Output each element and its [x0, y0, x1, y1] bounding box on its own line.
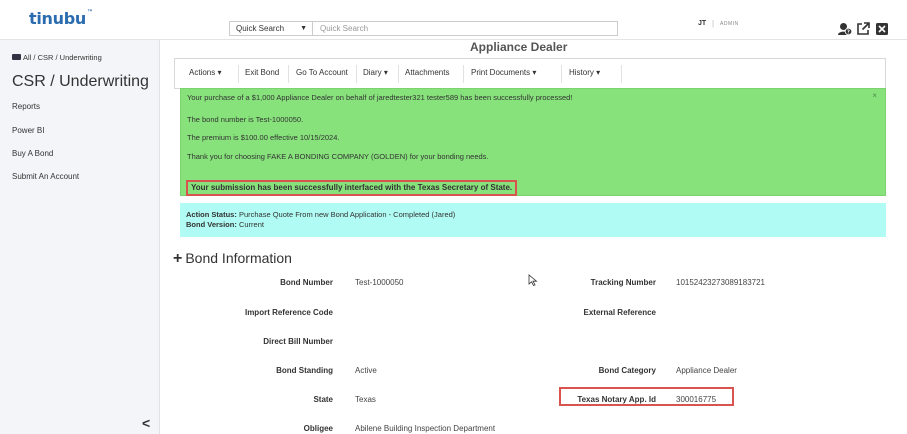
history-menu-button[interactable]: History ▾ — [569, 68, 600, 77]
sidebar-collapse-icon[interactable]: < — [142, 415, 150, 431]
bond-standing-value: Active — [355, 366, 377, 375]
success-alert: × Your purchase of a $1,000 Appliance De… — [180, 88, 886, 196]
toolbar-divider — [561, 65, 562, 83]
bond-number-label: Bond Number — [280, 278, 333, 287]
bond-standing-label: Bond Standing — [276, 366, 333, 375]
quick-search-select-value: Quick Search — [236, 24, 285, 33]
breadcrumb[interactable]: All / CSR / Underwriting — [12, 53, 102, 62]
expand-plus-icon[interactable]: + — [173, 250, 182, 267]
help-user-icon[interactable]: ? — [838, 22, 852, 36]
sidebar-title: CSR / Underwriting — [12, 73, 149, 90]
svg-text:?: ? — [847, 30, 850, 36]
tracking-number-label: Tracking Number — [590, 278, 656, 287]
obligee-value: Abilene Building Inspection Department — [355, 424, 496, 433]
caret-down-icon: ▾ — [596, 68, 601, 77]
mouse-cursor-icon — [528, 274, 538, 286]
action-status: Action Status: Purchase Quote From new B… — [186, 210, 455, 219]
actions-menu-button[interactable]: Actions ▾ — [189, 68, 221, 77]
logo[interactable]: tinubu™ — [29, 9, 93, 28]
page-title: Appliance Dealer — [470, 40, 568, 54]
caret-down-icon: ▾ — [532, 68, 537, 77]
attachments-button[interactable]: Attachments — [405, 68, 449, 77]
diary-menu-button[interactable]: Diary ▾ — [363, 68, 388, 77]
print-documents-menu-button[interactable]: Print Documents ▾ — [471, 68, 536, 77]
bond-category-label: Bond Category — [598, 366, 656, 375]
go-to-account-button[interactable]: Go To Account — [296, 68, 348, 77]
sidebar-item-submit-an-account[interactable]: Submit An Account — [12, 172, 79, 181]
toolbar-divider — [621, 65, 622, 83]
external-reference-label: External Reference — [583, 308, 656, 317]
sidebar: All / CSR / Underwriting CSR / Underwrit… — [0, 40, 160, 434]
action-status-label: Action Status: — [186, 210, 237, 219]
bond-version-label: Bond Version: — [186, 220, 237, 229]
bond-number-value: Test-1000050 — [355, 278, 404, 287]
external-link-icon[interactable] — [856, 22, 870, 36]
toolbar-divider — [356, 65, 357, 83]
action-status-value: Purchase Quote From new Bond Application… — [238, 210, 456, 219]
submission-interfaced-message: Your submission has been successfully in… — [186, 180, 518, 196]
obligee-label: Obligee — [303, 424, 333, 433]
quick-search-input[interactable] — [313, 21, 618, 36]
texas-notary-value: 300016775 — [676, 395, 717, 404]
texas-notary-label: Texas Notary App. Id — [577, 395, 656, 404]
folder-icon — [12, 54, 21, 60]
tracking-number-value: 10152423273089183721 — [676, 278, 765, 287]
main-content: Appliance Dealer Actions ▾ Exit Bond Go … — [160, 40, 907, 434]
close-window-icon[interactable] — [875, 22, 889, 36]
toolbar-divider — [238, 65, 239, 83]
toolbar-divider — [288, 65, 289, 83]
premium-message: The premium is $100.00 effective 10/15/2… — [187, 133, 340, 142]
quick-search-select[interactable]: Quick Search ▼ — [229, 21, 313, 36]
toolbar-divider — [398, 65, 399, 83]
logo-trademark: ™ — [86, 9, 93, 16]
direct-bill-label: Direct Bill Number — [263, 337, 333, 346]
close-alert-icon[interactable]: × — [872, 91, 877, 100]
bond-version-value: Current — [238, 220, 264, 229]
top-icons: ? — [838, 22, 898, 36]
top-bar: tinubu™ Quick Search ▼ JT | ADMIN ? — [0, 0, 907, 40]
success-message-line: Your purchase of a $1,000 Appliance Deal… — [187, 93, 573, 102]
caret-down-icon: ▼ — [300, 25, 307, 32]
caret-down-icon: ▾ — [217, 68, 222, 77]
user-separator: | — [712, 19, 715, 28]
action-status-panel: Action Status: Purchase Quote From new B… — [180, 203, 886, 237]
exit-bond-button[interactable]: Exit Bond — [245, 68, 279, 77]
toolbar: Actions ▾ Exit Bond Go To Account Diary … — [174, 58, 886, 89]
caret-down-icon: ▾ — [383, 68, 388, 77]
bond-number-message: The bond number is Test-1000050. — [187, 115, 304, 124]
sidebar-item-power-bi[interactable]: Power BI — [12, 126, 44, 135]
sidebar-item-reports[interactable]: Reports — [12, 102, 40, 111]
bond-version: Bond Version: Current — [186, 220, 264, 229]
bond-information-header[interactable]: + Bond Information — [173, 250, 292, 268]
user-menu[interactable]: JT | ADMIN — [690, 14, 828, 34]
state-value: Texas — [355, 395, 376, 404]
thank-you-message: Thank you for choosing FAKE A BONDING CO… — [187, 152, 489, 161]
bond-category-value: Appliance Dealer — [676, 366, 737, 375]
user-initials: JT — [698, 20, 707, 27]
import-reference-label: Import Reference Code — [244, 308, 333, 317]
toolbar-divider — [463, 65, 464, 83]
state-label: State — [313, 395, 333, 404]
user-role: ADMIN — [720, 21, 739, 27]
sidebar-item-buy-a-bond[interactable]: Buy A Bond — [12, 149, 53, 158]
